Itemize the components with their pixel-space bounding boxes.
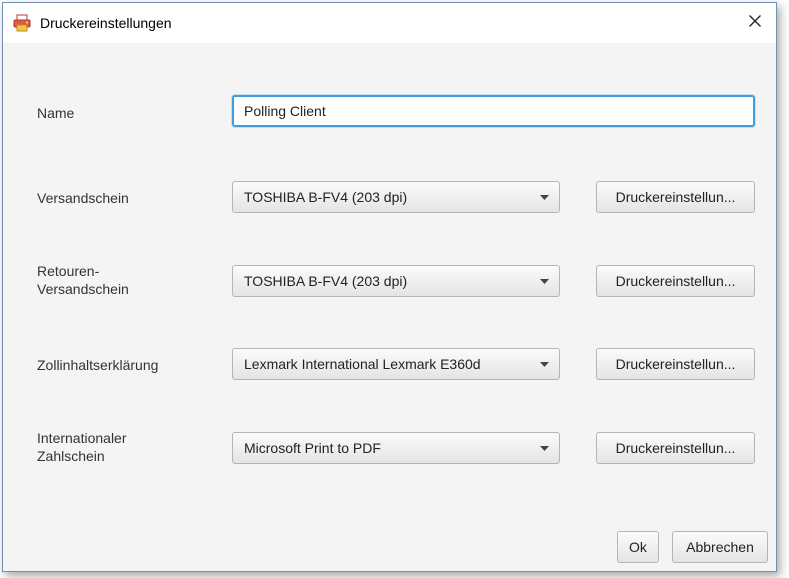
- internationaler-zahlschein-label: Internationaler Zahlschein: [37, 429, 127, 465]
- ok-button[interactable]: Ok: [617, 531, 659, 563]
- retouren-settings-button[interactable]: Druckereinstellun...: [596, 265, 755, 297]
- label-line: Versandschein: [37, 281, 129, 297]
- label-line: Retouren-: [37, 263, 100, 279]
- versandschein-label: Versandschein: [37, 189, 129, 207]
- label-line: Zahlschein: [37, 448, 105, 464]
- chevron-down-icon: [529, 266, 559, 296]
- zahlschein-printer-select[interactable]: Microsoft Print to PDF: [232, 432, 560, 464]
- select-value: Lexmark International Lexmark E360d: [244, 356, 481, 372]
- retouren-printer-select[interactable]: TOSHIBA B-FV4 (203 dpi): [232, 265, 560, 297]
- close-button[interactable]: [740, 9, 770, 37]
- printer-settings-dialog: Druckereinstellungen Name Versandschein …: [2, 2, 777, 572]
- label-line: Internationaler: [37, 430, 127, 446]
- retouren-versandschein-label: Retouren- Versandschein: [37, 262, 129, 298]
- chevron-down-icon: [529, 349, 559, 379]
- label-line: Versandschein: [37, 190, 129, 206]
- zahlschein-settings-button[interactable]: Druckereinstellun...: [596, 432, 755, 464]
- select-value: Microsoft Print to PDF: [244, 440, 381, 456]
- chevron-down-icon: [529, 182, 559, 212]
- zollinhaltserklaerung-label: Zollinhaltserklärung: [37, 356, 158, 374]
- window-title: Druckereinstellungen: [40, 15, 172, 31]
- title-bar: Druckereinstellungen: [3, 3, 776, 43]
- close-icon: [748, 14, 762, 33]
- cancel-button[interactable]: Abbrechen: [672, 531, 768, 563]
- zollinhalt-printer-select[interactable]: Lexmark International Lexmark E360d: [232, 348, 560, 380]
- zollinhalt-settings-button[interactable]: Druckereinstellun...: [596, 348, 755, 380]
- chevron-down-icon: [529, 433, 559, 463]
- name-label: Name: [37, 105, 75, 121]
- printer-app-icon: [13, 14, 31, 32]
- select-value: TOSHIBA B-FV4 (203 dpi): [244, 189, 408, 205]
- versandschein-printer-select[interactable]: TOSHIBA B-FV4 (203 dpi): [232, 181, 560, 213]
- dialog-content: Name Versandschein TOSHIBA B-FV4 (203 dp…: [3, 43, 776, 571]
- name-input[interactable]: [232, 95, 755, 127]
- versandschein-settings-button[interactable]: Druckereinstellun...: [596, 181, 755, 213]
- select-value: TOSHIBA B-FV4 (203 dpi): [244, 273, 408, 289]
- label-line: Zollinhaltserklärung: [37, 357, 159, 373]
